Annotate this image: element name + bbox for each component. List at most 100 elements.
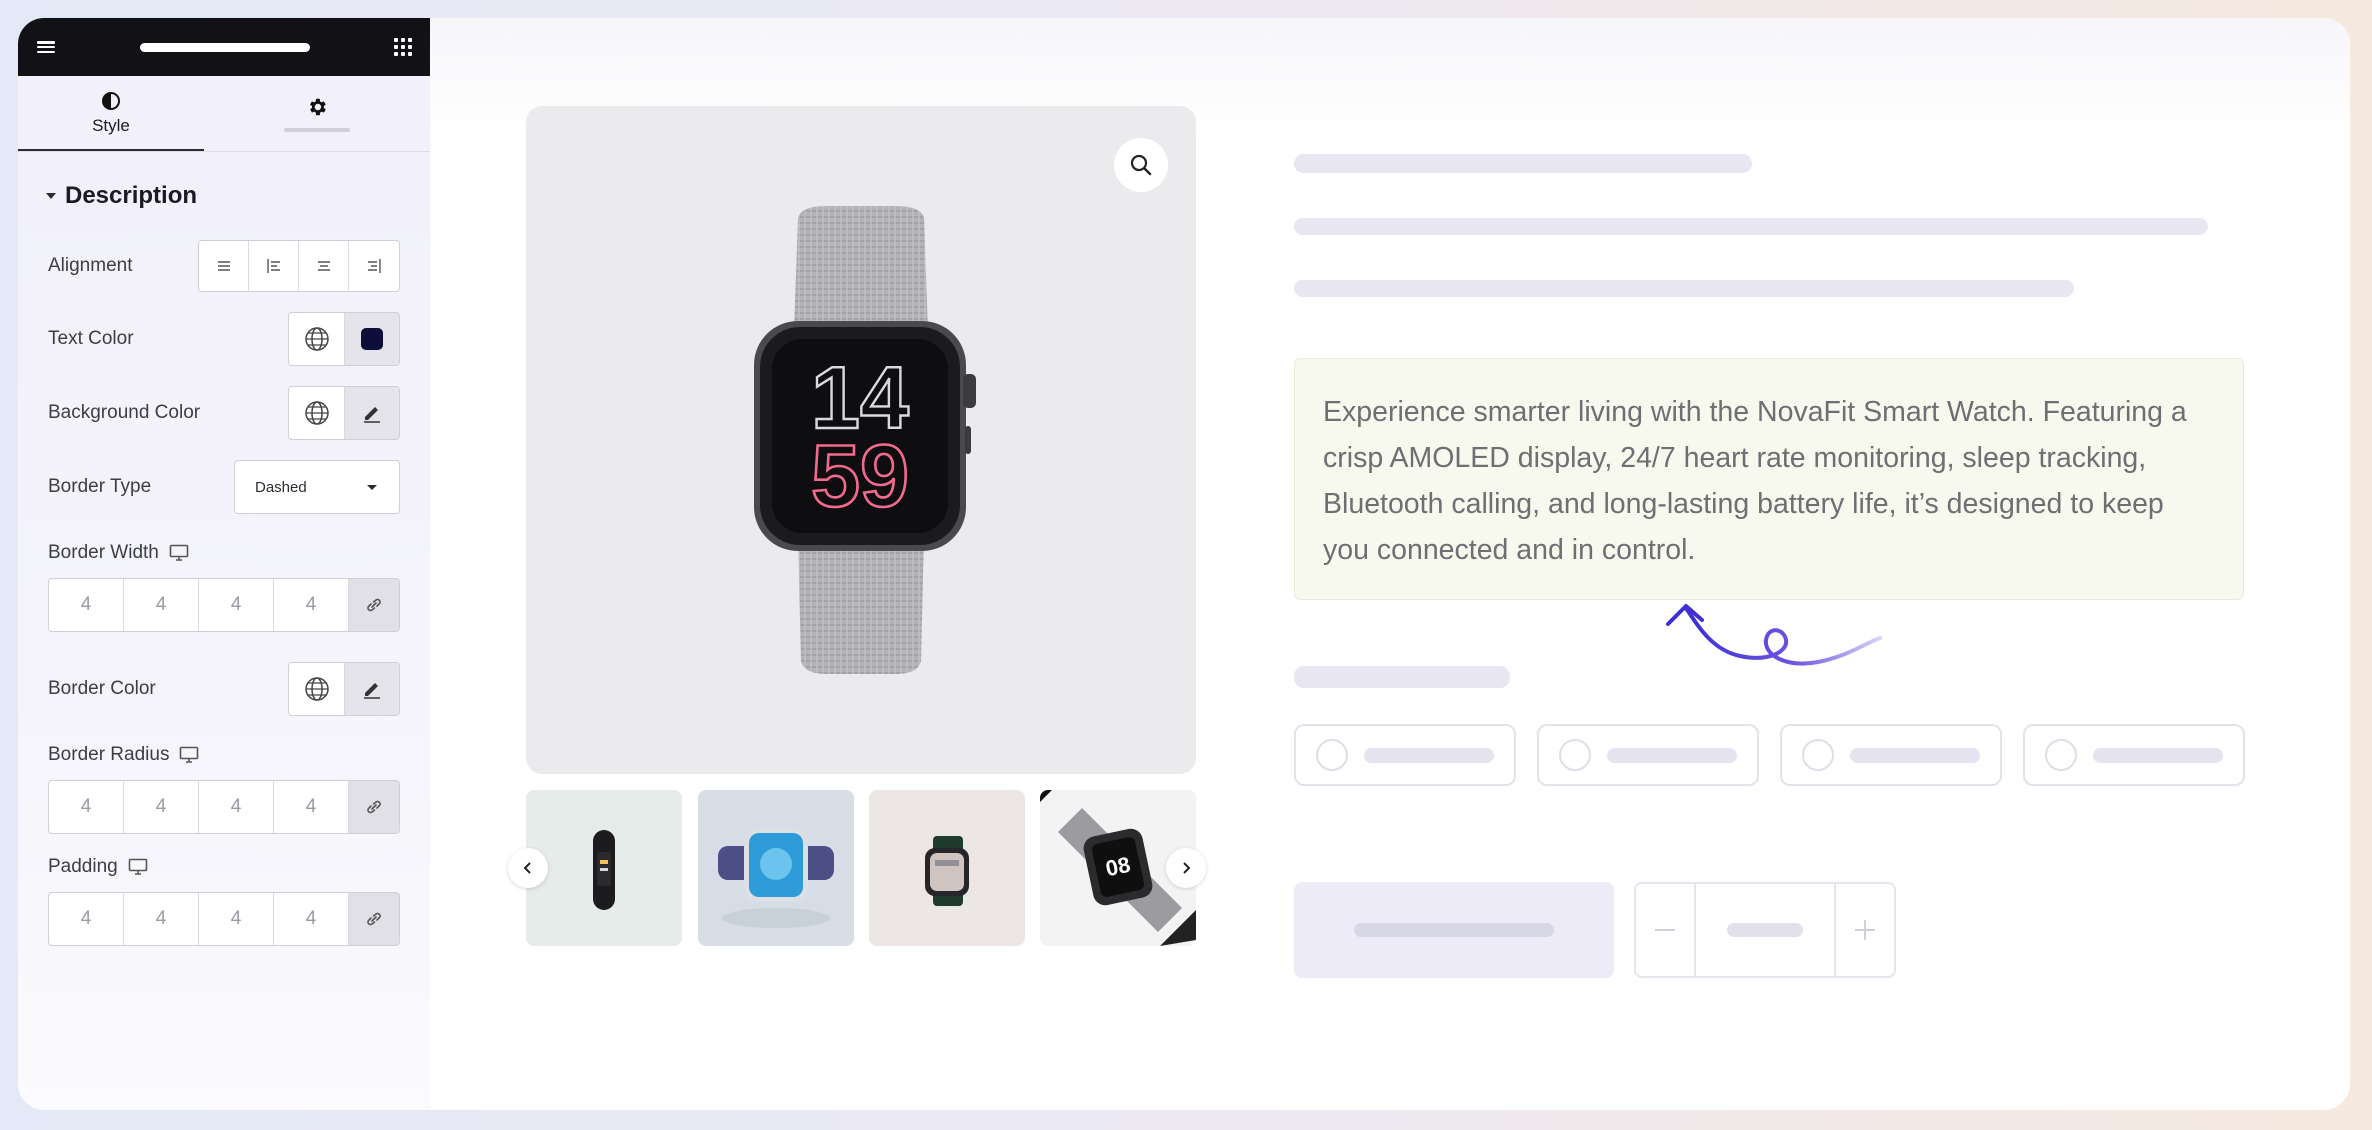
variant-option[interactable] (2023, 724, 2245, 786)
border-radius-top-left-input[interactable]: 4 (49, 781, 124, 833)
pencil-icon (364, 407, 380, 423)
padding-label: Padding (48, 856, 118, 877)
padding-inputs: 4 4 4 4 (48, 892, 400, 946)
thumbnail-2[interactable] (698, 790, 854, 946)
border-type-label: Border Type (48, 476, 152, 497)
contrast-icon (100, 90, 122, 112)
thumbnail-next-button[interactable] (1166, 848, 1206, 888)
color-swatch (361, 328, 383, 350)
panel-tabs: Style (18, 76, 430, 152)
chevron-left-icon (523, 862, 531, 874)
tab-style[interactable]: Style (18, 76, 204, 151)
padding-bottom-input[interactable]: 4 (199, 893, 274, 945)
monitor-icon[interactable] (128, 858, 148, 876)
edit-color-button[interactable] (344, 663, 399, 715)
tab-style-label: Style (92, 115, 130, 135)
description-text: Experience smarter living with the NovaF… (1323, 396, 2187, 566)
globe-icon (304, 401, 329, 425)
gear-icon (306, 96, 328, 118)
border-type-select[interactable]: Dashed (234, 460, 400, 514)
border-color-label: Border Color (48, 678, 156, 699)
text-color-picker (288, 312, 400, 366)
product-description[interactable]: Experience smarter living with the NovaF… (1294, 358, 2244, 600)
radio-button (1802, 739, 1834, 771)
align-right-button[interactable] (349, 241, 399, 291)
option-label-skeleton (2093, 747, 2223, 763)
border-width-bottom-input[interactable]: 4 (199, 579, 274, 631)
alignment-label: Alignment (48, 255, 133, 276)
pencil-icon (364, 683, 380, 699)
quantity-input[interactable] (1694, 884, 1836, 976)
global-color-button[interactable] (289, 387, 344, 439)
smart-watch-image: 14 59 (754, 206, 976, 674)
curved-arrow-icon (1666, 604, 1882, 666)
border-color-picker (288, 662, 400, 716)
globe-icon (304, 327, 329, 351)
caret-down-icon (46, 193, 56, 199)
thumbnail-1[interactable] (526, 790, 682, 946)
variant-option[interactable] (1294, 724, 1516, 786)
padding-label-row: Padding (48, 856, 148, 878)
padding-left-input[interactable]: 4 (274, 893, 349, 945)
sidebar-topbar (18, 18, 430, 76)
align-right-icon (368, 259, 381, 273)
border-width-left-input[interactable]: 4 (274, 579, 349, 631)
padding-right-input[interactable]: 4 (124, 893, 199, 945)
alignment-buttons (198, 240, 400, 292)
thumbnail-prev-button[interactable] (508, 848, 548, 888)
quantity-stepper (1634, 882, 1896, 978)
thumbnail-strip: 08 (508, 790, 1206, 946)
add-to-cart-button[interactable] (1294, 882, 1614, 978)
text-color-control: Text Color (48, 312, 400, 366)
tab-settings[interactable] (204, 76, 430, 151)
apps-grid-icon[interactable] (394, 38, 412, 56)
align-left-button[interactable] (249, 241, 299, 291)
zoom-button[interactable] (1114, 138, 1168, 192)
monitor-icon[interactable] (169, 544, 189, 562)
button-label-skeleton (1354, 923, 1554, 937)
watch-minute-text: 59 (811, 426, 909, 525)
border-width-label-row: Border Width (48, 542, 189, 564)
text-color-label: Text Color (48, 328, 134, 349)
border-width-label: Border Width (48, 542, 159, 563)
border-width-top-input[interactable]: 4 (49, 579, 124, 631)
align-justify-button[interactable] (199, 241, 249, 291)
alignment-control: Alignment (48, 240, 400, 292)
link-values-button[interactable] (349, 781, 399, 833)
border-radius-top-right-input[interactable]: 4 (124, 781, 199, 833)
editor-sidebar: Style Description Alignment Text Color B… (18, 18, 430, 1110)
text-color-swatch-button[interactable] (344, 313, 399, 365)
thumbnail-3[interactable] (869, 790, 1025, 946)
background-color-label: Background Color (48, 402, 201, 423)
border-width-inputs: 4 4 4 4 (48, 578, 400, 632)
decrease-quantity-button[interactable] (1636, 884, 1694, 976)
option-label-skeleton (1607, 747, 1737, 763)
global-color-button[interactable] (289, 663, 344, 715)
align-center-button[interactable] (299, 241, 349, 291)
quantity-skeleton (1727, 923, 1803, 937)
increase-quantity-button[interactable] (1836, 884, 1894, 976)
variant-option[interactable] (1780, 724, 2002, 786)
link-values-button[interactable] (349, 579, 399, 631)
hamburger-menu-icon[interactable] (36, 39, 56, 55)
link-values-button[interactable] (349, 893, 399, 945)
variant-option[interactable] (1537, 724, 1759, 786)
monitor-icon[interactable] (179, 746, 199, 764)
app-frame: Style Description Alignment Text Color B… (18, 18, 2350, 1110)
border-radius-bottom-left-input[interactable]: 4 (274, 781, 349, 833)
product-main-image[interactable]: 14 59 (526, 106, 1196, 774)
global-color-button[interactable] (289, 313, 344, 365)
description-section-toggle[interactable]: Description (18, 152, 430, 210)
tab-settings-indicator (284, 127, 350, 132)
link-icon (367, 800, 381, 814)
border-color-control: Border Color (48, 662, 400, 716)
border-radius-bottom-right-input[interactable]: 4 (199, 781, 274, 833)
padding-top-input[interactable]: 4 (49, 893, 124, 945)
edit-color-button[interactable] (344, 387, 399, 439)
border-type-control: Border Type Dashed (48, 460, 400, 514)
plus-icon (1855, 920, 1875, 940)
align-justify-icon (217, 261, 230, 271)
svg-text:08: 08 (1103, 852, 1132, 882)
border-width-right-input[interactable]: 4 (124, 579, 199, 631)
align-center-icon (317, 261, 330, 271)
